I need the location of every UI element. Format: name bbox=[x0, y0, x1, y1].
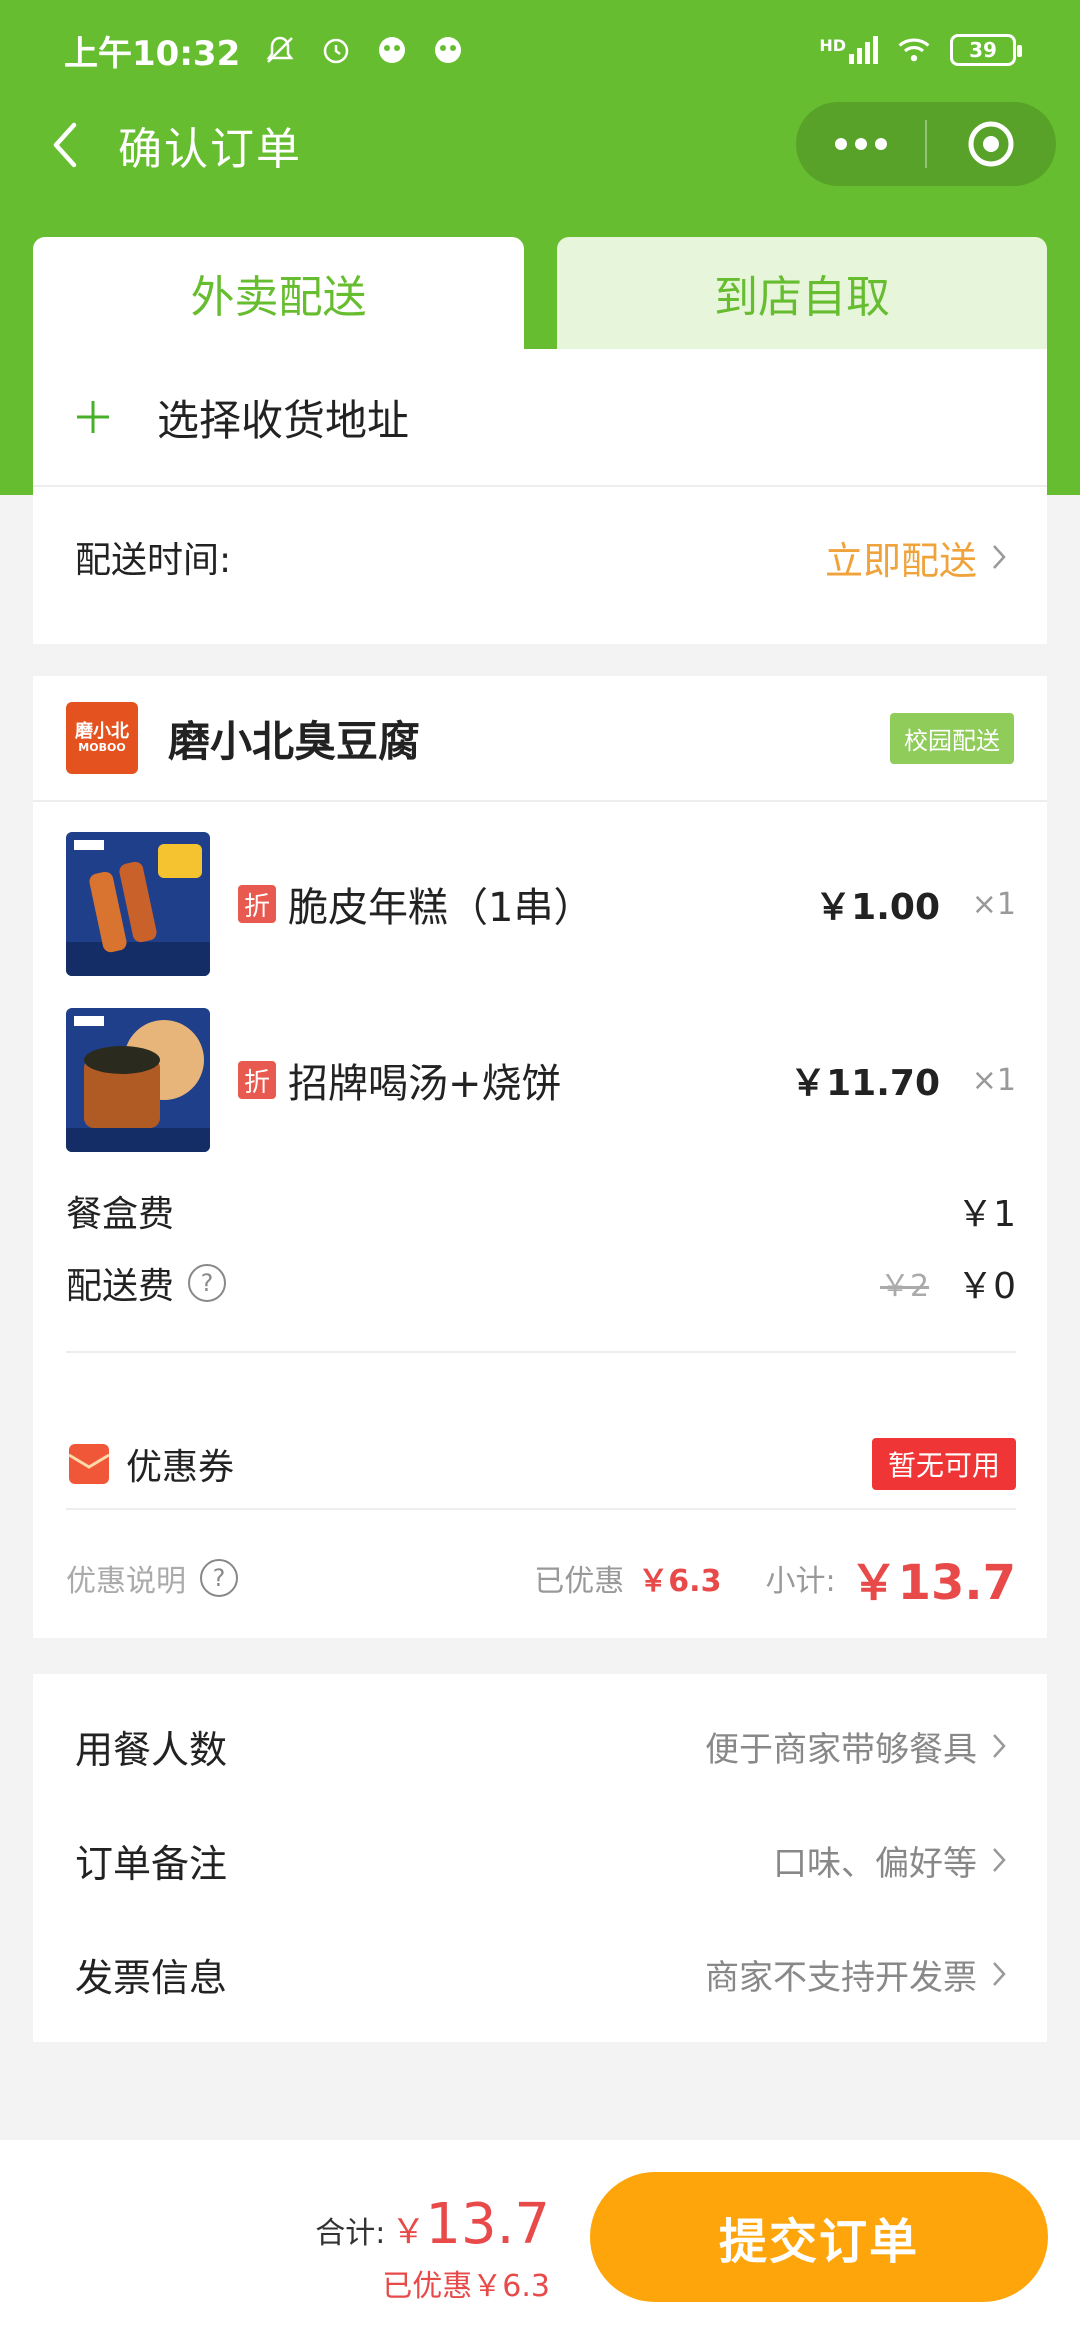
item-image bbox=[66, 1008, 210, 1152]
option-value: 口味、偏好等 bbox=[773, 1843, 977, 1884]
total-line: 合计: ￥ 13.7 bbox=[315, 2192, 550, 2257]
item-quantity: ×1 bbox=[971, 886, 1016, 922]
address-card: 选择收货地址 配送时间: 立即配送 bbox=[33, 349, 1047, 644]
order-item: 折 脆皮年糕（1串） ￥1.00 ×1 bbox=[66, 831, 1016, 977]
total-value: 13.7 bbox=[425, 2192, 550, 2257]
saved-value: ￥6.3 bbox=[638, 1564, 722, 1599]
tab-delivery[interactable]: 外卖配送 bbox=[33, 237, 524, 349]
chevron-right-icon bbox=[991, 1732, 1007, 1760]
app-notification-icon bbox=[374, 32, 410, 68]
chevron-left-icon bbox=[53, 122, 77, 168]
wifi-icon bbox=[896, 32, 932, 68]
select-address-label: 选择收货地址 bbox=[157, 395, 410, 445]
order-note-row[interactable]: 订单备注 口味、偏好等 bbox=[33, 1803, 1047, 1917]
item-name: 脆皮年糕（1串） bbox=[288, 885, 594, 931]
submit-order-button[interactable]: 提交订单 bbox=[590, 2172, 1048, 2302]
status-time: 上午10:32 bbox=[64, 33, 241, 74]
page-title: 确认订单 bbox=[118, 124, 302, 175]
item-price: ￥1.00 bbox=[815, 887, 940, 928]
coupon-label: 优惠券 bbox=[126, 1447, 235, 1488]
option-label: 订单备注 bbox=[75, 1841, 228, 1886]
total-block: 合计: ￥ 13.7 已优惠￥6.3 bbox=[315, 2192, 550, 2305]
option-label: 用餐人数 bbox=[75, 1727, 228, 1772]
red-envelope-icon bbox=[66, 1441, 112, 1487]
saved-label: 已优惠 bbox=[534, 1564, 625, 1599]
back-button[interactable] bbox=[30, 110, 100, 180]
battery-icon: 39 bbox=[950, 34, 1022, 66]
status-bar: 上午10:32 HD 39 bbox=[0, 0, 1080, 100]
more-button[interactable] bbox=[796, 102, 925, 186]
alarm-icon bbox=[318, 32, 354, 68]
currency-symbol: ￥ bbox=[391, 2212, 426, 2252]
delivery-time-row[interactable]: 配送时间: 立即配送 bbox=[33, 487, 1047, 627]
nav-bar: 确认订单 bbox=[0, 100, 1080, 190]
chevron-right-icon bbox=[991, 543, 1007, 571]
discount-tag: 折 bbox=[238, 1061, 276, 1099]
select-address-row[interactable]: 选择收货地址 bbox=[33, 349, 1047, 487]
packaging-fee-row: 餐盒费 ￥1 bbox=[66, 1181, 1016, 1241]
item-quantity: ×1 bbox=[971, 1062, 1016, 1098]
delivery-mode-tabs: 外卖配送 到店自取 bbox=[33, 237, 1047, 349]
store-logo-text: 磨小北 bbox=[75, 721, 129, 743]
option-value: 商家不支持开发票 bbox=[705, 1957, 977, 1998]
target-icon bbox=[968, 121, 1014, 167]
delivery-fee-label: 配送费 bbox=[66, 1266, 175, 1307]
option-label: 发票信息 bbox=[75, 1955, 228, 2000]
delivery-time-value: 立即配送 bbox=[824, 538, 977, 583]
store-logo: 磨小北 MOBOO bbox=[66, 702, 138, 774]
discount-tag: 折 bbox=[238, 885, 276, 923]
chevron-right-icon bbox=[991, 1846, 1007, 1874]
item-price: ￥11.70 bbox=[790, 1063, 940, 1104]
diner-count-row[interactable]: 用餐人数 便于商家带够餐具 bbox=[33, 1689, 1047, 1803]
coupon-status-badge: 暂无可用 bbox=[871, 1438, 1016, 1490]
option-value: 便于商家带够餐具 bbox=[705, 1729, 977, 1770]
chevron-right-icon bbox=[991, 1960, 1007, 1988]
status-right: HD 39 bbox=[819, 32, 1022, 68]
item-name: 招牌喝汤+烧饼 bbox=[288, 1061, 562, 1107]
campus-delivery-badge: 校园配送 bbox=[890, 712, 1014, 764]
delivery-fee-original: ￥2 bbox=[880, 1269, 930, 1304]
status-icons bbox=[262, 32, 466, 68]
more-dots-icon bbox=[834, 138, 887, 150]
tab-pickup[interactable]: 到店自取 bbox=[557, 237, 1047, 349]
total-label: 合计: bbox=[315, 2216, 386, 2251]
signal-icon: HD bbox=[819, 36, 878, 64]
order-options-card: 用餐人数 便于商家带够餐具 订单备注 口味、偏好等 发票信息 商家不支持开发票 bbox=[33, 1674, 1047, 2042]
total-saved: 已优惠￥6.3 bbox=[382, 2269, 550, 2304]
mini-program-capsule bbox=[796, 102, 1056, 186]
plus-icon bbox=[75, 389, 115, 445]
help-icon[interactable]: ? bbox=[200, 1559, 238, 1597]
item-image bbox=[66, 832, 210, 976]
close-mini-program-button[interactable] bbox=[927, 102, 1056, 186]
subtotal-label: 小计: bbox=[765, 1564, 836, 1599]
store-order-card: 磨小北 MOBOO 磨小北臭豆腐 校园配送 折 脆皮年糕（1串） ￥1.00 ×… bbox=[33, 676, 1047, 1638]
subtotal-value: ￥13.7 bbox=[849, 1555, 1016, 1611]
order-item: 折 招牌喝汤+烧饼 ￥11.70 ×1 bbox=[66, 1007, 1016, 1153]
delivery-fee-row: 配送费 ? ￥2 ￥0 bbox=[66, 1253, 1016, 1313]
delivery-fee-value: ￥0 bbox=[957, 1266, 1016, 1307]
network-type: HD bbox=[819, 36, 846, 55]
packaging-fee-value: ￥1 bbox=[957, 1194, 1016, 1235]
discount-note-label[interactable]: 优惠说明 bbox=[66, 1556, 186, 1600]
app-notification-icon bbox=[430, 32, 466, 68]
bell-muted-icon bbox=[262, 32, 298, 68]
help-icon[interactable]: ? bbox=[188, 1264, 227, 1302]
divider bbox=[66, 1351, 1016, 1353]
price-summary-row: 优惠说明 ? 已优惠 ￥6.3 小计: ￥13.7 bbox=[66, 1538, 1016, 1618]
store-logo-sub: MOBOO bbox=[78, 740, 126, 754]
delivery-time-label: 配送时间: bbox=[75, 540, 232, 581]
store-header: 磨小北 MOBOO 磨小北臭豆腐 校园配送 bbox=[33, 676, 1047, 802]
coupon-row[interactable]: 优惠券 暂无可用 bbox=[66, 1421, 1016, 1507]
checkout-bar: 合计: ￥ 13.7 已优惠￥6.3 提交订单 bbox=[0, 2140, 1080, 2340]
divider bbox=[66, 1508, 1016, 1510]
invoice-row[interactable]: 发票信息 商家不支持开发票 bbox=[33, 1917, 1047, 2031]
packaging-fee-label: 餐盒费 bbox=[66, 1194, 175, 1235]
store-name: 磨小北臭豆腐 bbox=[168, 716, 421, 766]
